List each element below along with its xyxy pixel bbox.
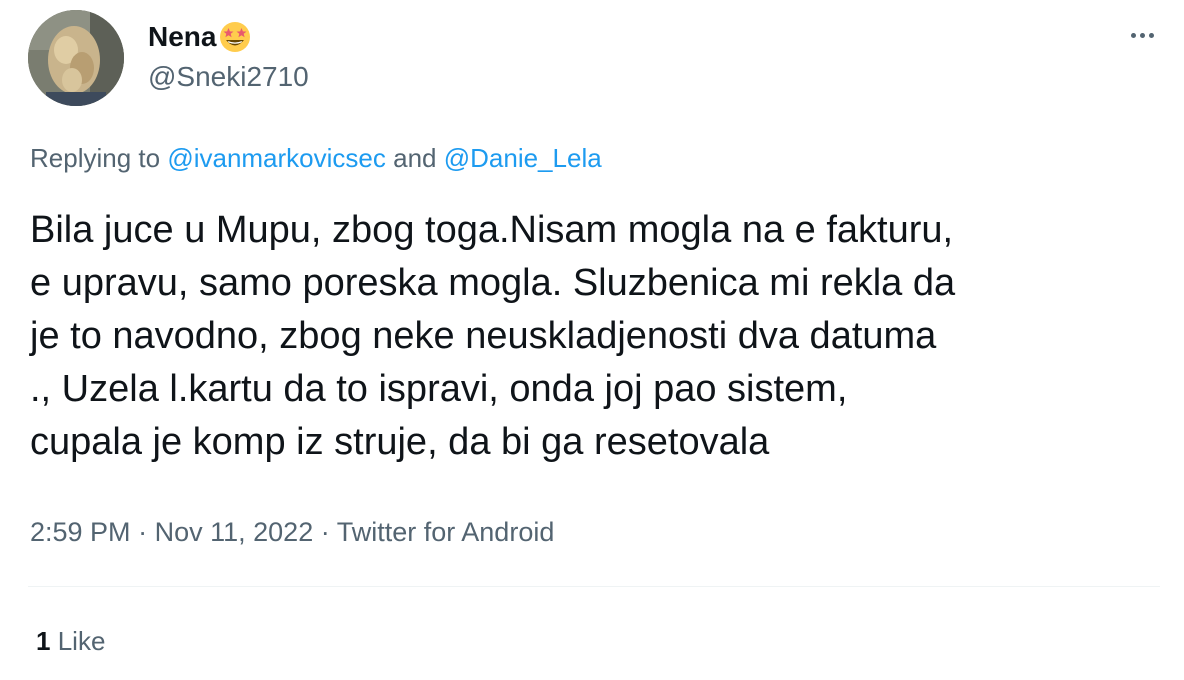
more-options-button[interactable] [1122, 18, 1162, 52]
tweet-text-line: ., Uzela l.kartu da to ispravi, onda joj… [30, 368, 848, 410]
avatar[interactable] [28, 10, 124, 106]
tweet-text-line: Bila juce u Mupu, zbog toga.Nisam mogla … [30, 209, 954, 251]
tweet-text-line: cupala je komp iz struje, da bi ga reset… [30, 421, 770, 463]
tweet-time[interactable]: 2:59 PM [30, 517, 131, 547]
author-display-name[interactable]: Nena [148, 20, 252, 54]
mention-link[interactable]: @Danie_Lela [444, 143, 602, 173]
like-label: Like [57, 626, 106, 656]
likes-stat[interactable]: 1 Like [36, 624, 105, 658]
tweet-text-line: je to navodno, zbog neke neuskladjenosti… [30, 315, 937, 357]
more-dots-icon [1148, 32, 1154, 38]
author-handle[interactable]: @Sneki2710 [148, 60, 309, 94]
reply-context: Replying to @ivanmarkovicsec and @Danie_… [30, 141, 602, 175]
replying-to-label: Replying to [30, 143, 161, 173]
meta-separator: · [138, 517, 148, 547]
tweet-date[interactable]: Nov 11, 2022 [155, 517, 314, 547]
conjunction-text: and [393, 143, 437, 173]
tweet-source: Twitter for Android [336, 517, 555, 547]
meta-separator: · [320, 517, 330, 547]
star-struck-emoji-icon [218, 20, 252, 54]
mention-link[interactable]: @ivanmarkovicsec [167, 143, 386, 173]
tweet-text: Bila juce u Mupu, zbog toga.Nisam mogla … [30, 204, 1160, 469]
more-dots-icon [1130, 32, 1136, 38]
tweet-metadata: 2:59 PM · Nov 11, 2022 · Twitter for And… [30, 514, 554, 550]
like-count: 1 [36, 626, 51, 656]
more-dots-icon [1139, 32, 1145, 38]
divider [28, 586, 1160, 587]
tweet-text-line: e upravu, samo poreska mogla. Sluzbenica… [30, 262, 956, 304]
display-name-text: Nena [148, 21, 217, 52]
